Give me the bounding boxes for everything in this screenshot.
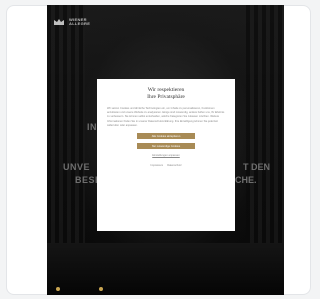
accept-necessary-button[interactable]: Nur notwendige Cookies [137, 143, 195, 150]
consent-title-line2: Ihre Privatsphäre [147, 94, 185, 100]
consent-footer-links: Impressum Datenschutz [150, 164, 181, 167]
website-screenshot: WIENER ALLEGRE IN S UNVE T DEN BESI CHE.… [47, 5, 284, 295]
consent-title: Wir respektieren Ihre Privatsphäre [147, 87, 185, 101]
hero-text-line2-left: UNVE [63, 162, 91, 172]
light-dot [56, 287, 60, 291]
stage-floor [47, 243, 284, 295]
hero-text-line3-right: CHE. [235, 175, 257, 185]
crown-icon [54, 19, 64, 25]
cookie-consent-dialog: Wir respektieren Ihre Privatsphäre Wir s… [97, 79, 235, 231]
cookie-settings-link[interactable]: Einstellungen anpassen [152, 154, 180, 157]
hero-text-line1-left: IN [87, 122, 97, 132]
hero-text-line2-right: T DEN [243, 162, 270, 172]
privacy-link[interactable]: Datenschutz [167, 164, 181, 167]
consent-body-text: Wir setzen Cookies und ähnliche Technolo… [107, 107, 225, 127]
site-logo[interactable]: WIENER ALLEGRE [53, 18, 90, 26]
consent-title-line1: Wir respektieren [147, 87, 185, 93]
imprint-link[interactable]: Impressum [150, 164, 163, 167]
light-dot [99, 287, 103, 291]
logo-line2: ALLEGRE [69, 21, 91, 26]
accept-all-button[interactable]: Alle Cookies akzeptieren [137, 133, 195, 140]
hero-text-line3-left: BESI [75, 175, 99, 185]
logo-wordmark: WIENER ALLEGRE [69, 18, 90, 26]
